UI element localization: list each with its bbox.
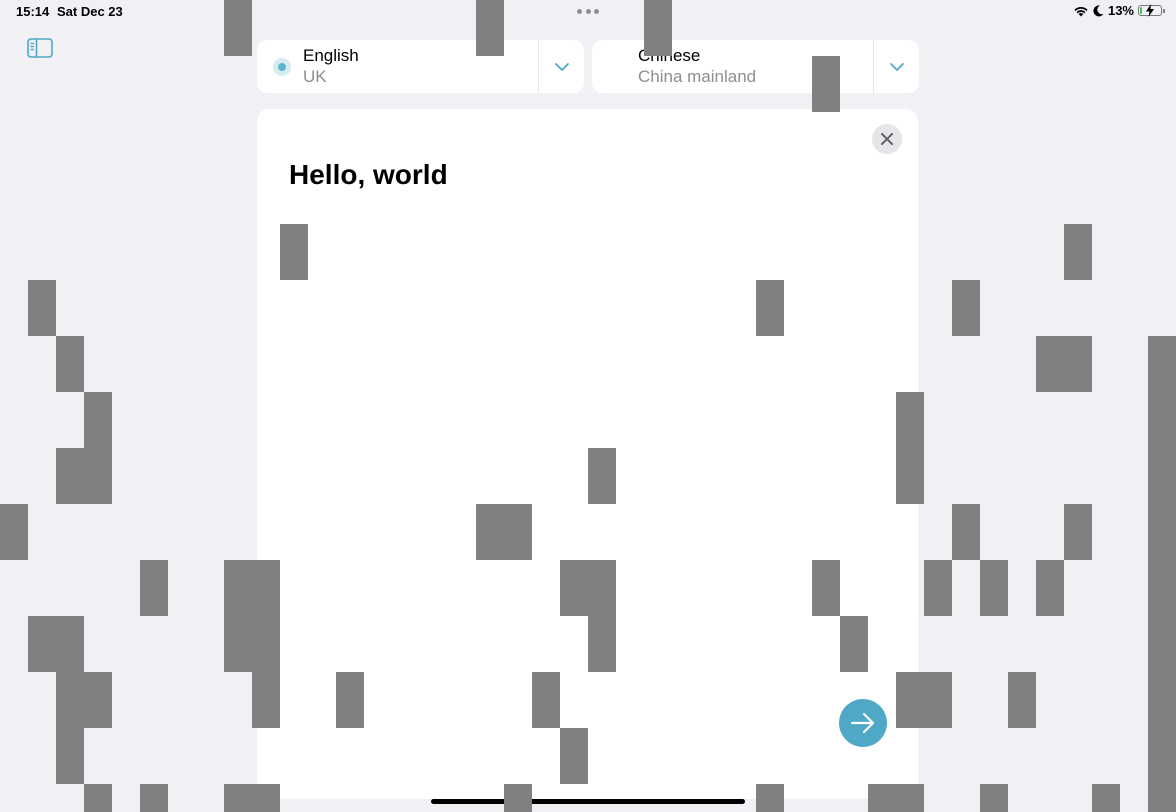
redaction-block — [280, 224, 308, 280]
redaction-block — [56, 336, 84, 392]
redaction-block — [84, 784, 112, 812]
redaction-block — [840, 616, 868, 672]
redaction-block — [336, 672, 364, 728]
target-language-dropdown[interactable] — [874, 40, 919, 93]
multitasking-dots-icon[interactable] — [577, 9, 599, 15]
status-date: Sat Dec 23 — [57, 4, 123, 19]
redaction-block — [756, 784, 784, 812]
redaction-block — [224, 784, 280, 812]
screen: 15:14 Sat Dec 23 13% English UK China ma… — [0, 0, 1176, 812]
redaction-block — [140, 784, 168, 812]
source-language-dropdown[interactable] — [539, 40, 584, 93]
redaction-block — [560, 560, 616, 616]
dot — [585, 9, 591, 14]
redaction-block — [28, 280, 56, 336]
sidebar-icon[interactable] — [27, 38, 53, 58]
redaction-block — [0, 504, 28, 560]
input-text[interactable]: Hello, world — [289, 159, 448, 191]
redaction-block — [952, 280, 980, 336]
close-icon — [881, 133, 893, 145]
redaction-block — [224, 0, 252, 56]
redaction-block — [812, 56, 840, 112]
redaction-block — [532, 672, 560, 728]
redaction-block — [588, 616, 616, 672]
redaction-block — [252, 672, 280, 728]
redaction-block — [1036, 560, 1064, 616]
target-language-selector: Chinese China mainland — [592, 40, 919, 93]
redaction-block — [56, 672, 112, 728]
arrow-right-icon — [850, 712, 875, 734]
redaction-block — [84, 392, 112, 448]
redaction-block — [1064, 224, 1092, 280]
redaction-block — [560, 728, 588, 784]
redaction-block — [1064, 504, 1092, 560]
redaction-block — [644, 0, 672, 56]
translate-button[interactable] — [839, 699, 887, 747]
source-language-name: English — [303, 46, 359, 65]
redaction-block — [980, 560, 1008, 616]
redaction-block — [812, 560, 840, 616]
active-language-indicator-icon — [273, 58, 291, 76]
chevron-down-icon — [554, 62, 569, 71]
redaction-block — [1036, 336, 1092, 392]
wifi-icon — [1074, 6, 1088, 16]
status-indicators: 13% — [1073, 3, 1165, 18]
target-language-region: China mainland — [638, 67, 757, 86]
redaction-block — [1092, 784, 1120, 812]
bolt-icon — [1146, 4, 1154, 17]
redaction-block — [756, 280, 784, 336]
chevron-down-icon — [889, 62, 904, 71]
dot — [594, 9, 599, 14]
redaction-block — [28, 616, 84, 672]
redaction-block — [56, 728, 84, 784]
redaction-block — [504, 784, 532, 812]
battery-charging-icon — [1138, 4, 1165, 17]
redaction-block — [1148, 336, 1176, 812]
redaction-block — [56, 448, 112, 504]
redaction-block — [868, 784, 924, 812]
source-language-region: UK — [303, 67, 327, 86]
source-language-selector: English UK — [257, 40, 584, 93]
battery-percent: 13% — [1107, 3, 1134, 18]
clear-button[interactable] — [872, 124, 902, 154]
redaction-block — [896, 672, 952, 728]
dot — [577, 9, 582, 14]
redaction-block — [980, 784, 1008, 812]
redaction-block — [476, 0, 504, 56]
redaction-block — [140, 560, 168, 616]
redaction-block — [1008, 672, 1036, 728]
redaction-block — [588, 448, 616, 504]
redaction-block — [476, 504, 532, 560]
redaction-block — [896, 392, 924, 504]
battery-level — [1140, 7, 1142, 14]
redaction-block — [224, 560, 280, 672]
home-indicator[interactable] — [431, 799, 745, 804]
moon-icon — [1093, 4, 1104, 16]
redaction-block — [924, 560, 952, 616]
redaction-block — [952, 504, 980, 560]
status-time: 15:14 — [16, 4, 50, 19]
